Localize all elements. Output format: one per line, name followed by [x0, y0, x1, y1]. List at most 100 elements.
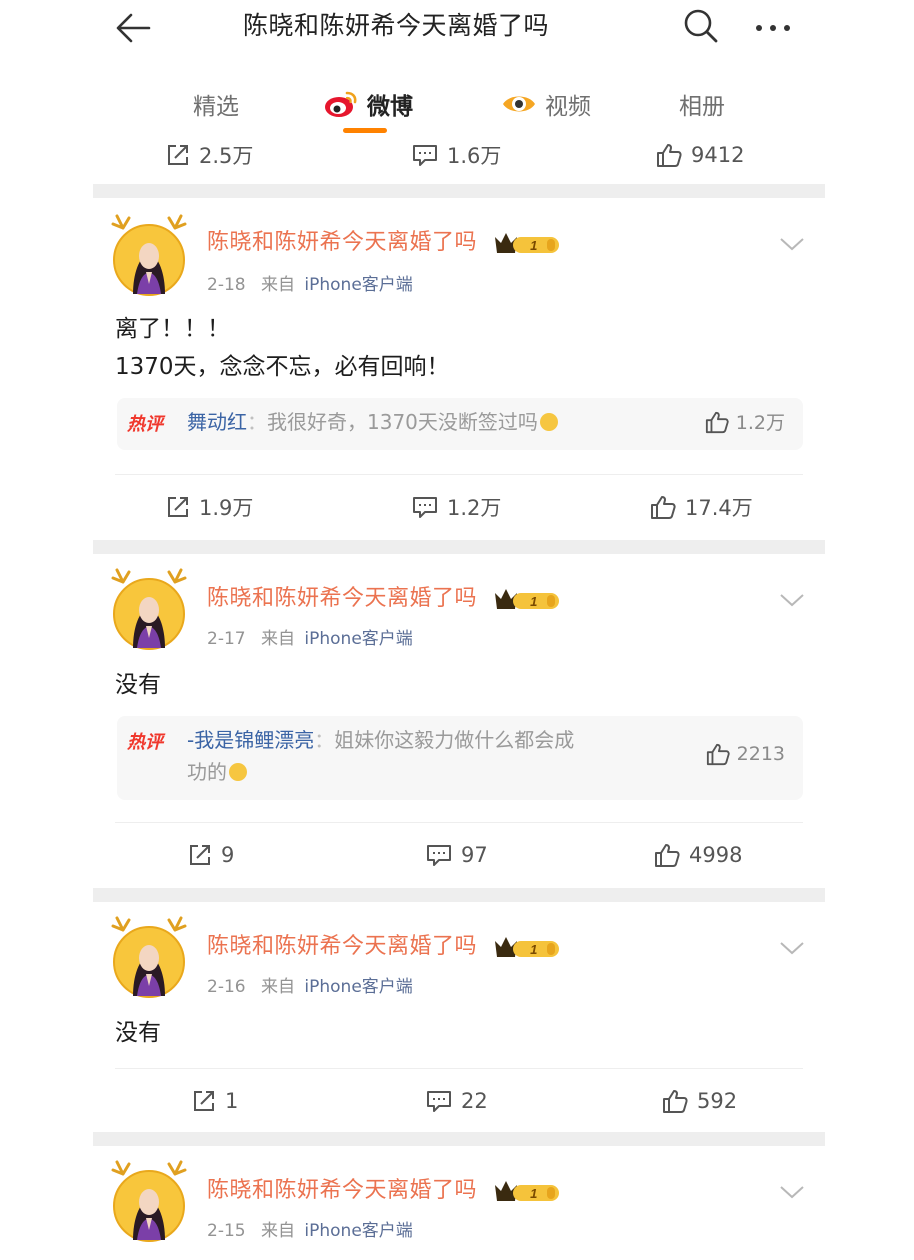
avatar[interactable]: [109, 214, 189, 296]
post-separator: [93, 1132, 825, 1146]
post-meta: 2-16 来自 iPhone客户端: [207, 972, 413, 997]
repost-count: 1.9万: [199, 496, 254, 520]
hot-comment-text: 姐妹你这毅力做什么都会成: [334, 728, 575, 752]
post-source[interactable]: iPhone客户端: [304, 275, 412, 295]
more-button[interactable]: [749, 6, 797, 46]
hot-comment-tag: 热评: [127, 732, 163, 753]
chevron-down-icon[interactable]: [777, 1182, 807, 1202]
comment-icon: [411, 494, 439, 520]
repost-icon: [165, 494, 191, 520]
like-button[interactable]: 592: [661, 1084, 737, 1118]
comment-button[interactable]: 1.2万: [411, 490, 501, 524]
hot-comment[interactable]: 热评 -我是锦鲤漂亮：姐妹你这毅力做什么都会成 功的 2213: [117, 716, 803, 800]
post-username[interactable]: 陈晓和陈妍希今天离婚了吗: [207, 932, 561, 962]
repost-count: 1: [225, 1089, 239, 1113]
search-button[interactable]: [681, 6, 721, 46]
repost-button[interactable]: 9: [187, 838, 234, 872]
thumbs-up-icon: [661, 1088, 689, 1114]
like-button[interactable]: 17.4万: [649, 490, 753, 524]
post-text-line: 离了！！！: [115, 316, 230, 342]
post-username[interactable]: 陈晓和陈妍希今天离婚了吗: [207, 1176, 561, 1206]
repost-icon: [187, 842, 213, 868]
page-title: 陈晓和陈妍希今天离婚了吗: [243, 11, 550, 40]
chevron-down-icon[interactable]: [777, 590, 807, 610]
post-card[interactable]: 陈晓和陈妍希今天离婚了吗 2-17 来自 iPhone客户端 没有 热评 -我是…: [93, 554, 825, 888]
post-text-line: 没有: [115, 672, 161, 698]
comment-icon: [425, 842, 453, 868]
repost-count: 2.5万: [199, 144, 254, 168]
post-username[interactable]: 陈晓和陈妍希今天离婚了吗: [207, 228, 561, 258]
post-from: 来自: [261, 977, 295, 997]
post-actions: 1 22 592: [93, 1076, 825, 1126]
like-count: 4998: [689, 843, 743, 867]
post-meta: 2-17 来自 iPhone客户端: [207, 624, 413, 649]
emoji-icon: [539, 413, 558, 431]
comment-count: 1.6万: [447, 144, 502, 168]
hot-comment-like-count: 1.2万: [735, 412, 785, 434]
tab-weibo[interactable]: 微博: [323, 84, 413, 124]
hot-comment-like[interactable]: 1.2万: [704, 408, 785, 435]
avatar[interactable]: [109, 568, 189, 650]
more-dots-icon: [756, 25, 790, 31]
post-card[interactable]: 陈晓和陈妍希今天离婚了吗 2-18 来自 iPhone客户端 离了！！！ 137…: [93, 198, 825, 540]
post-text-line: 没有: [115, 1020, 161, 1046]
comment-button[interactable]: 97: [425, 838, 488, 872]
emoji-icon: [229, 763, 247, 781]
video-eye-icon: [503, 96, 535, 112]
repost-button[interactable]: 1.9万: [165, 490, 253, 524]
post-separator: [93, 888, 825, 902]
back-arrow-icon: [116, 13, 151, 43]
hot-comment-text: 功的: [187, 760, 227, 784]
post-source[interactable]: iPhone客户端: [304, 629, 412, 649]
back-button[interactable]: [113, 10, 153, 46]
tab-featured[interactable]: 精选: [193, 84, 239, 124]
avatar[interactable]: [109, 1160, 189, 1242]
hot-comment[interactable]: 热评 舞动红：我很好奇，1370天没断签过吗 1.2万: [117, 398, 803, 450]
chevron-down-icon[interactable]: [777, 234, 807, 254]
post-card[interactable]: 陈晓和陈妍希今天离婚了吗 2-15 来自 iPhone客户端: [93, 1146, 825, 1260]
post-separator: [93, 184, 825, 198]
tab-label: 微博: [367, 94, 413, 120]
weibo-logo-icon: [325, 91, 357, 117]
post-date: 2-17: [207, 629, 246, 649]
comment-button[interactable]: 1.6万: [411, 138, 501, 172]
like-count: 9412: [691, 143, 745, 167]
hot-comment-user[interactable]: 舞动红: [187, 410, 247, 434]
repost-button[interactable]: 2.5万: [165, 138, 253, 172]
search-icon: [684, 9, 718, 43]
post-from: 来自: [261, 1221, 295, 1241]
like-count: 17.4万: [685, 496, 753, 520]
like-button[interactable]: 4998: [653, 838, 742, 872]
thumbs-up-icon: [705, 742, 731, 766]
thumbs-up-icon: [653, 842, 681, 868]
tab-label: 视频: [545, 94, 591, 120]
active-tab-indicator: [343, 128, 387, 133]
avatar[interactable]: [109, 916, 189, 998]
post-source[interactable]: iPhone客户端: [304, 977, 412, 997]
repost-icon: [165, 142, 191, 168]
hot-comment-text: 我很好奇，1370天没断签过吗: [267, 410, 538, 434]
post-card[interactable]: 陈晓和陈妍希今天离婚了吗 2-16 来自 iPhone客户端 没有 1 22 5…: [93, 902, 825, 1132]
repost-button[interactable]: 1: [191, 1084, 238, 1118]
post-from: 来自: [261, 275, 295, 295]
tab-label: 相册: [679, 94, 725, 120]
vip-badge-icon: [493, 229, 561, 257]
comment-button[interactable]: 22: [425, 1084, 488, 1118]
weibo-app-screen: 陈晓和陈妍希今天离婚了吗 精选 微博 视频 相册 2.5万 1.6万 9412 …: [93, 0, 825, 1260]
like-count: 592: [697, 1089, 738, 1113]
post-source[interactable]: iPhone客户端: [304, 1221, 412, 1241]
post-username[interactable]: 陈晓和陈妍希今天离婚了吗: [207, 584, 561, 614]
tab-album[interactable]: 相册: [679, 84, 725, 124]
hot-comment-user[interactable]: -我是锦鲤漂亮: [187, 728, 314, 752]
hot-comment-like-count: 2213: [736, 743, 785, 765]
hot-comment-body: 舞动红：我很好奇，1370天没断签过吗: [187, 406, 687, 438]
hot-comment-like[interactable]: 2213: [705, 742, 785, 766]
comment-count: 1.2万: [447, 496, 502, 520]
post-meta: 2-15 来自 iPhone客户端: [207, 1216, 413, 1241]
tab-video[interactable]: 视频: [501, 84, 591, 124]
chevron-down-icon[interactable]: [777, 938, 807, 958]
vip-badge-icon: [493, 933, 561, 961]
divider: [115, 822, 803, 823]
repost-count: 9: [221, 843, 235, 867]
like-button[interactable]: 9412: [655, 138, 744, 172]
